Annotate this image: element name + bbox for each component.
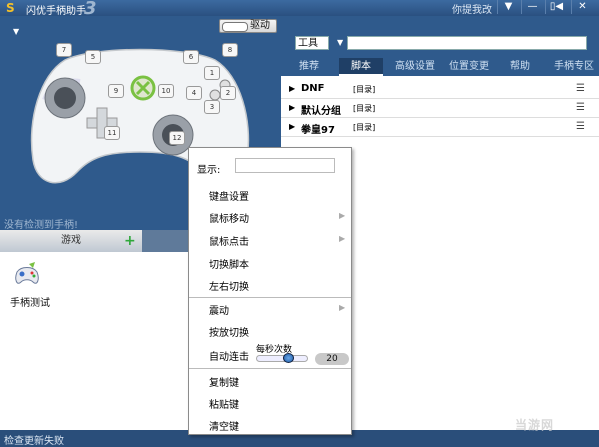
tab-recommend[interactable]: 推荐	[289, 58, 329, 76]
per-second-slider[interactable]	[256, 355, 308, 362]
script-tag: [目录]	[353, 104, 376, 113]
menu-paste-key[interactable]: 粘贴键	[209, 396, 239, 411]
script-name: 默认分组	[301, 106, 341, 117]
gamepad-key-4[interactable]: 4	[186, 86, 202, 100]
menu-lr-switch[interactable]: 左右切换	[209, 278, 249, 293]
profile-dropdown-icon[interactable]: ▼	[13, 27, 19, 36]
tab-advanced-settings[interactable]: 高级设置	[391, 58, 439, 76]
watermark: 当游网	[515, 418, 555, 432]
gamepad-test-icon[interactable]	[13, 260, 41, 290]
gamepad-key-2[interactable]: 2	[220, 86, 236, 100]
gamepad-key-12[interactable]: 12	[169, 131, 185, 145]
per-second-value: 20	[315, 353, 349, 365]
menu-copy-key[interactable]: 复制键	[209, 374, 239, 389]
gamepad-key-11[interactable]: 11	[104, 126, 120, 140]
menu-keyboard-settings[interactable]: 键盘设置	[209, 188, 249, 203]
expand-icon[interactable]: ▶	[289, 103, 295, 112]
gamepad-key-5[interactable]: 5	[85, 50, 101, 64]
script-row[interactable]: ▶ 拳皇97 [目录] ☰	[281, 118, 599, 137]
close-button[interactable]: ✕	[571, 0, 593, 14]
menu-auto-fire[interactable]: 自动连击	[209, 348, 249, 363]
row-menu-icon[interactable]: ☰	[576, 102, 585, 113]
menu-dropdown-button[interactable]: ▼	[497, 0, 519, 14]
tab-game[interactable]: 游戏	[0, 230, 142, 252]
menu-switch-script[interactable]: 切换脚本	[209, 256, 249, 271]
gamepad-key-8[interactable]: 8	[222, 43, 238, 57]
script-tag: [目录]	[353, 85, 376, 94]
gamepad-key-10[interactable]: 10	[158, 84, 174, 98]
menu-separator	[189, 368, 351, 369]
tools-dropdown[interactable]: 工具	[295, 36, 329, 50]
gamepad-key-1[interactable]: 1	[204, 66, 220, 80]
gamepad-key-9[interactable]: 9	[108, 84, 124, 98]
gamepad-key-7[interactable]: 7	[56, 43, 72, 57]
key-context-menu: 显示: 键盘设置 鼠标移动 ▶ 鼠标点击 ▶ 切换脚本 左右切换 震动 ▶ 按放…	[188, 147, 352, 435]
tab-position-change[interactable]: 位置变更	[445, 58, 493, 76]
menu-mouse-click[interactable]: 鼠标点击	[209, 233, 249, 248]
feedback-link[interactable]: 你提我改	[452, 1, 492, 16]
driver-toggle-button[interactable]: 驱动	[219, 19, 277, 33]
script-name: DNF	[301, 83, 325, 94]
game-label[interactable]: 手柄测试	[10, 294, 50, 309]
script-name: 拳皇97	[301, 125, 335, 136]
tab-scripts[interactable]: 脚本	[339, 58, 383, 76]
tab-help[interactable]: 帮助	[505, 58, 535, 76]
no-gamepad-message: 没有检测到手柄!	[4, 220, 79, 231]
row-menu-icon[interactable]: ☰	[576, 121, 585, 132]
gamepad-key-6[interactable]: 6	[183, 50, 199, 64]
expand-icon[interactable]: ▶	[289, 122, 295, 131]
submenu-arrow-icon: ▶	[339, 303, 346, 312]
menu-clear-key[interactable]: 清空键	[209, 418, 239, 433]
menu-mouse-move[interactable]: 鼠标移动	[209, 210, 249, 225]
tools-input[interactable]	[347, 36, 587, 50]
status-text: 检查更新失败	[4, 436, 64, 447]
submenu-arrow-icon: ▶	[339, 211, 346, 220]
script-row[interactable]: ▶ DNF [目录] ☰	[281, 80, 599, 99]
tab-gamepad-zone[interactable]: 手柄专区	[550, 58, 598, 76]
display-input[interactable]	[235, 158, 335, 173]
slider-thumb[interactable]	[283, 353, 294, 363]
dock-button[interactable]: ▯◀	[545, 0, 567, 14]
gamepad-key-3[interactable]: 3	[204, 100, 220, 114]
display-label: 显示:	[197, 165, 221, 176]
app-title: 闪优手柄助手	[26, 6, 86, 17]
app-logo-icon: S	[6, 1, 15, 15]
expand-icon[interactable]: ▶	[289, 84, 295, 93]
script-row[interactable]: ▶ 默认分组 [目录] ☰	[281, 99, 599, 118]
script-tag: [目录]	[353, 123, 376, 132]
menu-vibration[interactable]: 震动	[209, 302, 229, 317]
row-menu-icon[interactable]: ☰	[576, 83, 585, 94]
add-game-icon[interactable]: +	[124, 233, 136, 249]
menu-press-release-switch[interactable]: 按放切换	[209, 324, 249, 339]
menu-separator	[189, 297, 351, 298]
minimize-button[interactable]: —	[521, 0, 543, 14]
submenu-arrow-icon: ▶	[339, 234, 346, 243]
